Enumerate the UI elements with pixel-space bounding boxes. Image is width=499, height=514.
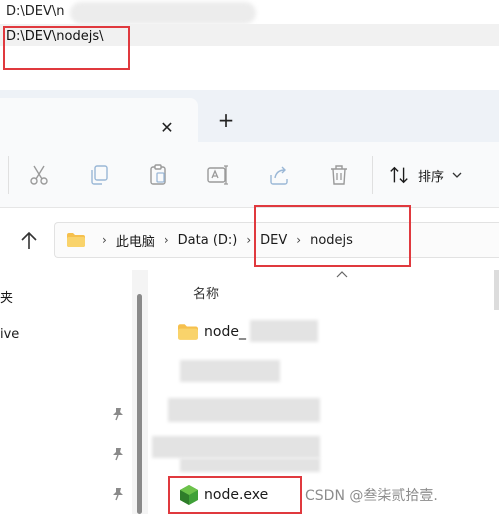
breadcrumb-data-drive[interactable]: Data (D:) bbox=[178, 233, 238, 248]
tab-nodejs[interactable]: ✕ bbox=[0, 98, 198, 142]
blurred-region bbox=[250, 320, 318, 342]
up-arrow-icon[interactable] bbox=[18, 230, 40, 252]
highlight-box-path bbox=[3, 26, 130, 70]
chevron-right-icon: › bbox=[102, 233, 107, 247]
new-tab-button[interactable]: + bbox=[214, 108, 238, 132]
blurred-region bbox=[180, 458, 320, 472]
cut-icon[interactable] bbox=[27, 163, 51, 187]
text-area: D:\DEV\n D:\DEV\nodejs\ bbox=[0, 0, 499, 90]
nav-scrollbar-thumb[interactable] bbox=[137, 294, 142, 514]
toolbar-divider bbox=[8, 156, 9, 194]
copy-icon[interactable] bbox=[87, 163, 111, 187]
blurred-region bbox=[180, 360, 280, 382]
command-bar: 排序 bbox=[0, 142, 499, 208]
chevron-down-icon bbox=[452, 172, 462, 178]
pin-icon[interactable] bbox=[111, 407, 125, 421]
blurred-region bbox=[168, 398, 320, 422]
sort-label: 排序 bbox=[418, 169, 445, 185]
paste-icon[interactable] bbox=[146, 163, 170, 187]
column-header-name[interactable]: 名称 bbox=[193, 283, 219, 302]
blurred-region bbox=[70, 2, 256, 24]
file-name: node_ bbox=[204, 324, 246, 340]
list-scrollbar[interactable] bbox=[494, 270, 499, 310]
toolbar-divider bbox=[372, 156, 373, 194]
navigation-pane: 夹 ive bbox=[0, 270, 150, 514]
chevron-right-icon: › bbox=[163, 233, 169, 247]
pin-icon[interactable] bbox=[111, 447, 125, 461]
sort-button[interactable]: 排序 bbox=[388, 162, 462, 188]
nav-item-folder[interactable]: 夹 bbox=[0, 287, 13, 306]
sort-caret-icon bbox=[336, 271, 348, 278]
folder-icon bbox=[67, 233, 85, 247]
blurred-region bbox=[152, 436, 320, 458]
address-row: › 此电脑 › Data (D:) › DEV › nodejs bbox=[0, 208, 499, 270]
path-text-partial: D:\DEV\n bbox=[6, 4, 65, 19]
share-icon[interactable] bbox=[267, 163, 291, 187]
highlight-box-breadcrumb bbox=[254, 205, 411, 267]
list-item[interactable]: node_ bbox=[178, 320, 246, 344]
breadcrumb-this-pc[interactable]: 此电脑 bbox=[116, 231, 155, 250]
close-tab-icon[interactable]: ✕ bbox=[156, 117, 178, 139]
highlight-box-node-exe bbox=[168, 476, 302, 514]
tab-strip: ✕ + bbox=[0, 90, 499, 142]
delete-icon[interactable] bbox=[327, 163, 351, 187]
sort-icon bbox=[390, 166, 408, 184]
pin-icon[interactable] bbox=[111, 487, 125, 501]
watermark: CSDN @叁柒贰拾壹. bbox=[305, 488, 438, 504]
folder-icon bbox=[178, 324, 198, 340]
nav-item-onedrive[interactable]: ive bbox=[0, 327, 19, 342]
rename-icon[interactable] bbox=[206, 163, 230, 187]
chevron-right-icon: › bbox=[246, 233, 252, 247]
